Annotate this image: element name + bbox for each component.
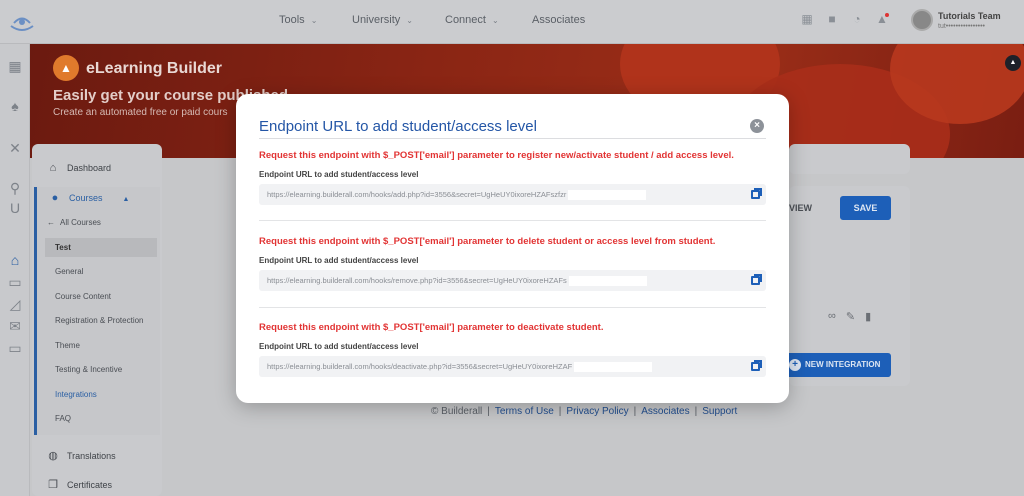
endpoint-label: Endpoint URL to add student/access level [259, 256, 419, 265]
link-icon[interactable]: ∞ [828, 310, 836, 323]
graduation-cap-icon: ▲ [53, 55, 79, 81]
redacted-mask [574, 362, 653, 373]
content-card-top [789, 144, 910, 174]
endpoint-section-add: Request this endpoint with $_POST['email… [259, 150, 766, 205]
menu-item-integrations[interactable]: Integrations [55, 390, 97, 399]
tools-icon[interactable]: ✕ [7, 140, 23, 156]
search-icon[interactable]: ⚲ [7, 180, 23, 196]
endpoint-section-remove: Request this endpoint with $_POST['email… [259, 236, 766, 291]
courses-submenu: ● Courses ▲ ← All Courses Test General Cour… [34, 187, 160, 435]
nav-tools[interactable]: Tools ⌄ [279, 14, 317, 26]
endpoint-label: Endpoint URL to add student/access level [259, 170, 419, 179]
graduation-cap-icon[interactable]: ⌂ [7, 252, 23, 268]
rocket-icon[interactable]: ♠ [7, 98, 23, 114]
footer-link-support[interactable]: Support [702, 406, 737, 417]
request-instruction: Request this endpoint with $_POST['email… [259, 150, 734, 161]
menu-item-dashboard[interactable]: ⌂ Dashboard [47, 162, 111, 174]
plus-icon: + [789, 359, 801, 371]
menu-item-registration-protection[interactable]: Registration & Protection [55, 316, 144, 325]
side-menu: ⌂ Dashboard ● Courses ▲ ← All Courses Test G… [32, 144, 162, 496]
menu-item-general[interactable]: General [55, 267, 83, 276]
modal-title-divider [259, 138, 766, 139]
user-name: Tutorials Team [938, 11, 1001, 21]
request-instruction: Request this endpoint with $_POST['email… [259, 236, 716, 247]
user-email: tut•••••••••••••••• [938, 23, 985, 30]
chevron-down-icon: ⌄ [491, 16, 499, 25]
trash-icon[interactable]: ▮ [865, 310, 871, 323]
app-title: eLearning Builder [86, 60, 223, 77]
nav-associates[interactable]: Associates [532, 14, 585, 26]
builderall-logo-icon[interactable] [7, 10, 37, 34]
view-button[interactable]: VIEW [789, 203, 812, 213]
pencil-icon[interactable]: ✎ [846, 310, 855, 323]
endpoint-url-field[interactable]: https://elearning.builderall.com/hooks/d… [259, 356, 766, 377]
row-actions: ∞ ✎ ▮ [828, 310, 871, 323]
chart-icon[interactable]: ◿ [7, 296, 23, 312]
endpoint-url-field[interactable]: https://elearning.builderall.com/hooks/a… [259, 184, 766, 205]
footer-link-privacy[interactable]: Privacy Policy [566, 406, 628, 417]
certificate-icon: ❐ [48, 479, 58, 491]
menu-item-theme[interactable]: Theme [55, 341, 80, 350]
copy-icon[interactable] [751, 274, 762, 285]
footer-link-terms[interactable]: Terms of Use [495, 406, 554, 417]
video-icon[interactable]: ■ [825, 12, 839, 26]
nav-connect[interactable]: Connect ⌄ [445, 14, 499, 26]
caret-up-icon: ▲ [122, 196, 130, 203]
support-icon[interactable]: ◔ [850, 12, 864, 26]
endpoint-label: Endpoint URL to add student/access level [259, 342, 419, 351]
magnet-icon[interactable]: U [7, 200, 23, 216]
chevron-down-icon: ⌄ [406, 16, 413, 25]
menu-item-courses[interactable]: ● Courses ▲ [49, 192, 130, 204]
left-rail: ▦ ♠ ✕ ⚲ U ⌂ ▭ ◿ ✉ ▭ [0, 44, 30, 496]
banner-subtitle: Create an automated free or paid cours [53, 107, 228, 118]
menu-item-course-content[interactable]: Course Content [55, 292, 111, 301]
request-instruction: Request this endpoint with $_POST['email… [259, 322, 604, 333]
nav-university[interactable]: University ⌄ [352, 14, 413, 26]
endpoint-section-deactivate: Request this endpoint with $_POST['email… [259, 322, 766, 377]
endpoint-url-field[interactable]: https://elearning.builderall.com/hooks/r… [259, 270, 766, 291]
folder-icon[interactable]: ▭ [7, 340, 23, 356]
save-button[interactable]: SAVE [840, 196, 891, 220]
globe-icon: ◍ [48, 450, 58, 462]
chevron-down-icon: ⌄ [310, 16, 318, 25]
redacted-mask [568, 276, 647, 287]
footer: © Builderall | Terms of Use | Privacy Policy… [431, 406, 738, 417]
top-icons: ▦ ■ ◔ ▲ [800, 12, 889, 26]
menu-item-all-courses[interactable]: ← All Courses [47, 218, 101, 227]
menu-item-faq[interactable]: FAQ [55, 414, 71, 423]
book-icon[interactable]: ▦ [800, 12, 814, 26]
menu-item-certificates[interactable]: ❐ Certificates [47, 478, 112, 491]
chat-icon[interactable]: ▭ [7, 274, 23, 290]
modal-title: Endpoint URL to add student/access level [259, 118, 537, 135]
menu-item-translations[interactable]: ◍ Translations [47, 449, 116, 462]
close-icon[interactable]: × [750, 119, 764, 133]
top-bar: Tools ⌄ University ⌄ Connect ⌄ Associates ▦… [0, 0, 1024, 44]
play-icon: ● [51, 192, 59, 204]
notification-bell-icon[interactable]: ▲ [875, 12, 889, 26]
footer-link-associates[interactable]: Associates [641, 406, 689, 417]
mail-icon[interactable]: ✉ [7, 318, 23, 334]
redacted-mask [568, 190, 647, 201]
graduation-cap-icon: ⌂ [49, 162, 57, 174]
section-divider [259, 307, 766, 308]
endpoint-modal: Endpoint URL to add student/access level… [236, 94, 789, 403]
grid-icon[interactable]: ▦ [7, 58, 23, 74]
new-integration-button[interactable]: + NEW INTEGRATION [783, 353, 891, 377]
menu-item-test[interactable]: Test [45, 238, 157, 257]
copy-icon[interactable] [751, 360, 762, 371]
copy-icon[interactable] [751, 188, 762, 199]
arrow-left-icon: ← [47, 218, 55, 227]
menu-item-testing-incentive[interactable]: Testing & Incentive [55, 365, 122, 374]
avatar[interactable] [911, 9, 933, 31]
section-divider [259, 220, 766, 221]
collapse-caret-icon[interactable]: ▲ [1005, 55, 1021, 71]
